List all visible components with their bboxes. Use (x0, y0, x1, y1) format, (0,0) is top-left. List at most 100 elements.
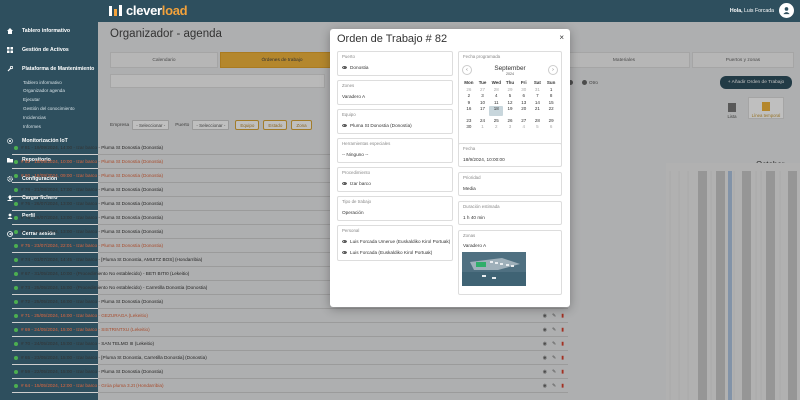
day-cell[interactable]: 29 (544, 118, 558, 123)
day-cell[interactable]: 25 (489, 118, 503, 123)
day-cell[interactable]: 22 (544, 106, 558, 116)
tipo-field[interactable]: Tipo de trabajo Operación (337, 196, 453, 221)
herramientas-value: -- Ninguno -- (342, 152, 369, 157)
day-cell[interactable]: 20 (517, 106, 531, 116)
day-cell[interactable]: 5 (503, 93, 517, 98)
procedimiento-field[interactable]: Procedimiento Izar barco (337, 167, 453, 192)
status-dot-icon (14, 159, 18, 164)
day-cell[interactable]: 3 (503, 124, 517, 129)
subitem-agenda[interactable]: Organizador agenda (23, 88, 65, 93)
day-cell[interactable]: 6 (544, 124, 558, 129)
procedimiento-value: Izar barco (350, 181, 371, 186)
day-cell[interactable]: 3 (476, 93, 490, 98)
subitem-dashboard[interactable]: Tablero informativo (23, 80, 62, 85)
status-dot-icon (14, 271, 18, 276)
field-label: Personal (342, 228, 360, 233)
herramientas-field[interactable]: Herramientas especiales -- Ninguno -- (337, 138, 453, 163)
status-dot-icon (14, 355, 18, 360)
subitem-knowledge[interactable]: Gestión del conocimiento (23, 106, 75, 111)
day-cell[interactable]: 28 (489, 87, 503, 92)
weekday-label: Wed (491, 80, 501, 85)
weekday-label: Fri (520, 80, 527, 85)
day-cell[interactable]: 4 (517, 124, 531, 129)
field-label: Tipo de trabajo (342, 199, 372, 204)
day-cell[interactable]: 4 (489, 93, 503, 98)
day-cell[interactable]: 5 (531, 124, 545, 129)
datepicker-year: 2024 (506, 72, 514, 76)
day-cell[interactable]: 8 (544, 93, 558, 98)
sidebar-item-assets[interactable]: Gestión de Activos (7, 47, 69, 53)
day-cell[interactable]: 15 (544, 100, 558, 105)
status-dot-icon (14, 327, 18, 332)
day-cell[interactable]: 24 (476, 118, 490, 123)
day-cell[interactable]: 2 (489, 124, 503, 129)
day-cell[interactable]: 30 (462, 124, 476, 129)
weekday-label: Thu (505, 80, 515, 85)
eye-icon (342, 182, 347, 185)
field-label: Fecha (463, 146, 476, 151)
duracion-value: 1 h 40 min (463, 215, 485, 220)
day-cell[interactable]: 12 (503, 100, 517, 105)
zones-field[interactable]: Zones Varadero A (337, 80, 453, 105)
personal-value: Luis Forcada Umerue (Euskaldiko Kirol Po… (350, 239, 451, 244)
day-cell[interactable]: 14 (531, 100, 545, 105)
user-name: Luis Forcada (744, 8, 774, 14)
subitem-execute[interactable]: Ejecutar (23, 97, 40, 102)
field-value: Donostia (342, 65, 369, 70)
day-cell[interactable]: 28 (531, 118, 545, 123)
day-cell[interactable]: 6 (517, 93, 531, 98)
subitem-incidents[interactable]: Incidencias (23, 115, 46, 120)
day-cell[interactable]: 31 (531, 87, 545, 92)
user-avatar-icon (783, 7, 790, 15)
equipo-value: Pluma St Donostia (Donostia) (350, 123, 412, 128)
day-cell[interactable]: 17 (476, 106, 490, 116)
close-icon[interactable]: × (559, 33, 564, 42)
day-cell[interactable]: 1 (544, 87, 558, 92)
day-cell[interactable]: 11 (489, 100, 503, 105)
zone-map-thumbnail[interactable] (462, 252, 526, 286)
user-avatar[interactable] (779, 3, 794, 18)
field-label: Puerto (342, 54, 355, 59)
day-cell[interactable]: 30 (517, 87, 531, 92)
day-cell[interactable]: 29 (503, 87, 517, 92)
personal-field[interactable]: Personal Luis Forcada Umerue (Euskaldiko… (337, 225, 453, 261)
status-dot-icon (14, 243, 18, 248)
field-label: Herramientas especiales (342, 141, 391, 146)
subitem-reports[interactable]: Informes (23, 124, 41, 129)
duracion-field[interactable]: Duración estimada 1 h 40 min (458, 201, 562, 225)
day-cell[interactable]: 26 (503, 118, 517, 123)
prioridad-field[interactable]: Prioridad Media (458, 172, 562, 196)
day-cell[interactable]: 27 (517, 118, 531, 123)
day-cell[interactable]: 26 (462, 87, 476, 92)
day-cell[interactable]: 23 (462, 118, 476, 123)
day-cell[interactable]: 13 (517, 100, 531, 105)
sidebar-item-maintenance[interactable]: Plataforma de Mantenimiento (7, 66, 94, 72)
cleverload-logo[interactable]: clever load (108, 3, 188, 18)
puerto-field[interactable]: Puerto Donostia (337, 51, 453, 76)
modal-title: Orden de Trabajo # 82 (337, 33, 448, 45)
day-cell[interactable]: 19 (503, 106, 517, 116)
status-dot-icon (14, 187, 18, 192)
status-dot-icon (14, 229, 18, 234)
status-dot-icon (14, 299, 18, 304)
field-label: Zones (342, 83, 355, 88)
next-month-button[interactable]: › (548, 65, 558, 75)
fecha-field[interactable]: Fecha 18/9/2024, 10:00:00 (458, 143, 562, 167)
sidebar-item-label: Gestión de Activos (22, 47, 69, 53)
day-cell[interactable]: 2 (462, 93, 476, 98)
day-cell[interactable]: 27 (476, 87, 490, 92)
day-cell[interactable]: 21 (531, 106, 545, 116)
sidebar-item-dashboard[interactable]: Tablero informativo (7, 28, 70, 34)
dashboard-icon (7, 28, 13, 34)
day-cell[interactable]: 16 (462, 106, 476, 116)
sidebar-item-label: Plataforma de Mantenimiento (22, 66, 95, 72)
zones-value: Varadero A (342, 94, 366, 99)
day-cell[interactable]: 10 (476, 100, 490, 105)
day-cell[interactable]: 9 (462, 100, 476, 105)
day-cell[interactable]: 7 (531, 93, 545, 98)
field-value: Izar barco (342, 181, 371, 186)
logo-text-clever: clever (126, 3, 162, 18)
equipo-field[interactable]: Equipo Pluma St Donostia (Donostia) (337, 109, 453, 134)
day-cell[interactable]: 18 (489, 106, 504, 116)
day-cell[interactable]: 1 (476, 124, 490, 129)
